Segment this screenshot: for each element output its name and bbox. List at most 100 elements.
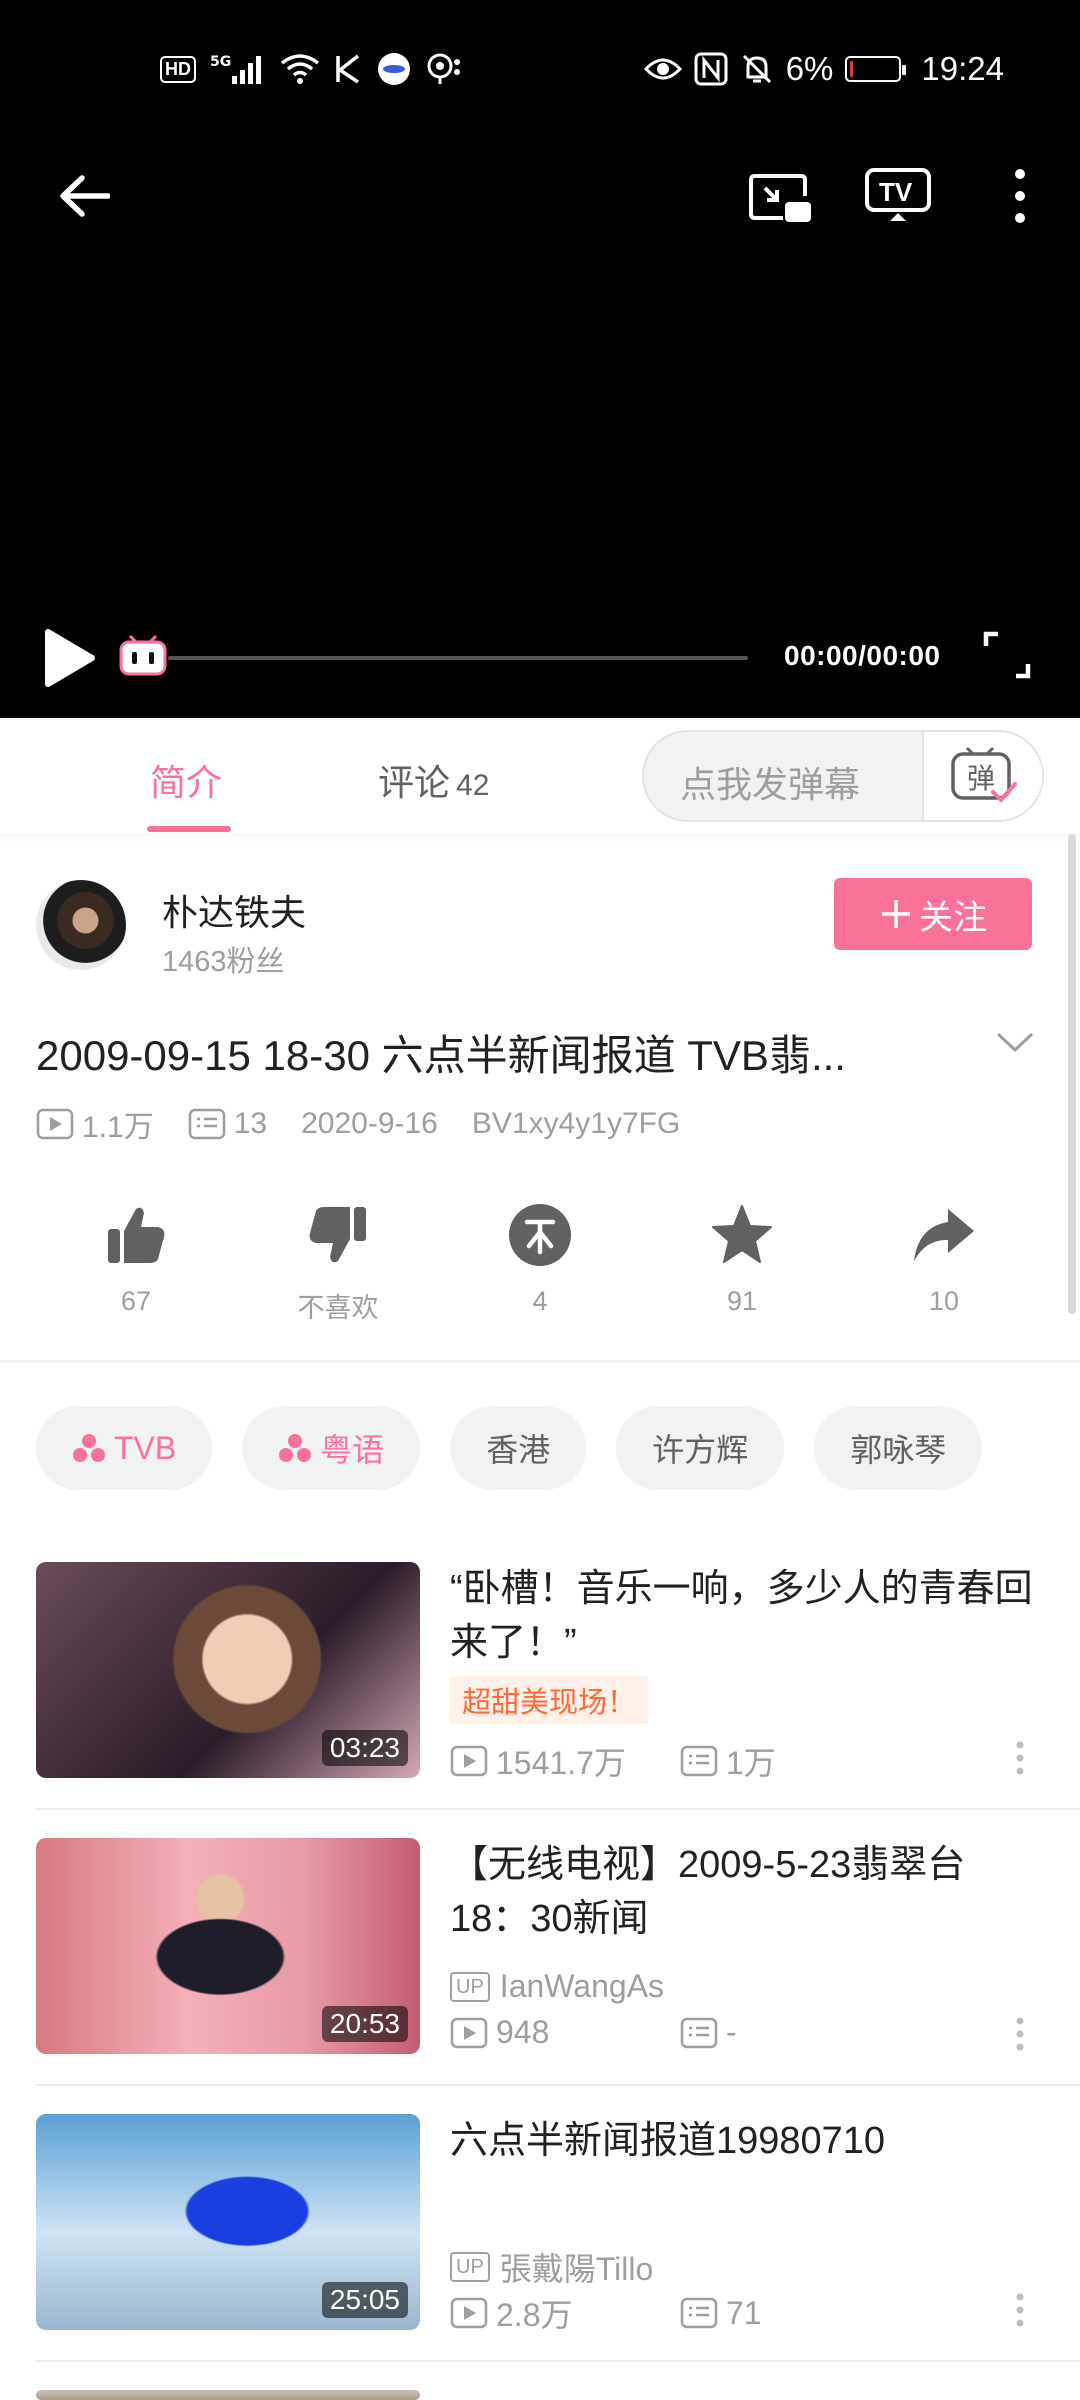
tab-bar: 简介 评论 42 点我发弹幕 弹 (0, 718, 1080, 834)
wifi-icon (280, 53, 320, 85)
related-video-title[interactable]: “卧槽！音乐一响，多少人的青春回来了！” (450, 1562, 1040, 1670)
related-video-item[interactable]: 20:53 【无线电视】2009-5-23翡翠台18：30新闻 UP IanWa… (0, 1838, 1080, 2114)
follow-label: 关注 (919, 898, 987, 937)
danmaku-toggle-button[interactable] (118, 634, 168, 678)
author-fans-count: 1463粉丝 (162, 946, 285, 978)
thumbs-up-icon (108, 1207, 165, 1263)
battery-level (850, 61, 854, 77)
related-video-stats: 948 - (450, 2014, 737, 2051)
video-thumbnail[interactable]: 20:53 (36, 1838, 420, 2054)
related-uploader[interactable]: UP IanWangAs (450, 1968, 664, 2005)
play-icon (45, 629, 95, 687)
related-video-stats: 1541.7万 1万 (450, 1738, 776, 1784)
tag-label: 香港 (486, 1432, 551, 1468)
svg-text:5G: 5G (210, 54, 231, 70)
more-options-button[interactable] (1000, 165, 1040, 227)
related-danmaku-count: 1万 (680, 1738, 776, 1784)
screen-cast-button[interactable] (745, 168, 815, 228)
back-button[interactable] (48, 160, 120, 232)
related-video-title[interactable]: 【无线电视】2009-5-23翡翠台18：30新闻 (450, 1838, 1040, 1946)
video-duration: 25:05 (321, 2282, 408, 2318)
fullscreen-button[interactable] (982, 630, 1032, 680)
video-thumbnail[interactable] (36, 2390, 420, 2400)
video-thumbnail[interactable]: 03:23 (36, 1562, 420, 1778)
share-icon (914, 1209, 974, 1261)
danmaku-icon: 弹 (951, 746, 1017, 803)
tab-comments-label: 评论 (378, 762, 451, 803)
bv-id: BV1xy4y1y7FG (471, 1107, 681, 1140)
play-count-icon (450, 1745, 488, 1777)
play-count-icon (450, 2297, 488, 2329)
expand-description-button[interactable] (992, 1028, 1038, 1068)
list-divider (36, 2084, 1080, 2086)
player-controls: 00:00/00:00 (0, 620, 1080, 700)
follow-button[interactable]: 关注 (834, 878, 1032, 950)
tag-person-2[interactable]: 郭咏琴 (814, 1406, 983, 1490)
tv-cast-button[interactable]: TV (862, 165, 934, 225)
like-button[interactable]: 67 (66, 1200, 206, 1317)
tab-comments[interactable]: 评论 42 (378, 754, 489, 806)
author-section: 朴达铁夫 1463粉丝 关注 (0, 860, 1080, 980)
related-view-count: 1541.7万 (450, 1738, 680, 1784)
promo-badge: 超甜美现场！ (450, 1676, 649, 1724)
tag-label: TVB (114, 1429, 177, 1466)
related-video-title[interactable]: 六点半新闻报道19980710 (450, 2114, 1040, 2168)
related-more-button[interactable] (1008, 2014, 1032, 2054)
video-player[interactable]: HD 5G 6% 19:24 TV 00:00/00:00 (0, 0, 1080, 718)
fullscreen-icon (983, 631, 1031, 679)
bell-muted-icon (740, 52, 774, 86)
related-more-button[interactable] (1008, 2290, 1032, 2330)
related-video-item[interactable]: 25:05 六点半新闻报道19980710 UP 張戴陽Tillo 2.8万 7… (0, 2114, 1080, 2390)
danmaku-send-box[interactable]: 点我发弹幕 弹 (642, 730, 1044, 822)
related-view-count: 948 (450, 2014, 680, 2051)
channel-icon (73, 1434, 105, 1462)
related-more-button[interactable] (1008, 1738, 1032, 1778)
video-thumbnail[interactable]: 25:05 (36, 2114, 420, 2330)
danmaku-input-placeholder: 点我发弹幕 (680, 764, 861, 805)
tag-label: 许方辉 (652, 1432, 749, 1468)
danmaku-count-icon (680, 2297, 718, 2329)
related-danmaku-count-value: 1万 (726, 1745, 776, 1781)
danmaku-tv-icon (119, 634, 167, 676)
danmaku-count-value: 13 (233, 1107, 268, 1140)
tag-tvb[interactable]: TVB (36, 1406, 213, 1490)
video-duration: 20:53 (321, 2006, 408, 2042)
tag-list: TVB 粤语 香港 许方辉 郭咏琴 (36, 1406, 983, 1490)
favorite-button[interactable]: 91 (672, 1200, 812, 1317)
avatar[interactable] (36, 880, 126, 970)
related-view-count-value: 948 (496, 2014, 550, 2050)
action-bar: 67 不喜欢 4 91 10 (0, 1200, 1080, 1330)
tag-hongkong[interactable]: 香港 (450, 1406, 587, 1490)
related-view-count: 2.8万 (450, 2290, 680, 2336)
tag-label: 粤语 (320, 1432, 385, 1468)
share-button[interactable]: 10 (874, 1200, 1014, 1317)
related-video-stats: 2.8万 71 (450, 2290, 762, 2336)
dislike-button[interactable]: 不喜欢 (268, 1200, 408, 1325)
hotspot-icon (426, 52, 462, 86)
related-video-item[interactable]: 03:23 “卧槽！音乐一响，多少人的青春回来了！” 超甜美现场！ 1541.7… (0, 1562, 1080, 1838)
channel-icon (279, 1434, 312, 1462)
seek-bar[interactable] (168, 656, 748, 660)
tag-person-1[interactable]: 许方辉 (616, 1406, 785, 1490)
related-view-count-value: 1541.7万 (496, 1745, 626, 1781)
play-button[interactable] (40, 626, 100, 690)
tag-cantonese[interactable]: 粤语 (242, 1406, 421, 1490)
author-name[interactable]: 朴达铁夫 (162, 884, 306, 936)
related-uploader[interactable]: UP 張戴陽Tillo (450, 2244, 653, 2290)
status-left-icons: HD 5G (160, 44, 462, 94)
up-icon: UP (450, 2252, 490, 2282)
video-title[interactable]: 2009-09-15 18-30 六点半新闻报道 TVB翡... (36, 1022, 956, 1083)
danmaku-settings-button[interactable]: 弹 (922, 732, 1042, 820)
like-count: 67 (120, 1286, 152, 1316)
battery-percent: 6% (785, 50, 834, 87)
more-vertical-icon (1016, 2293, 1024, 2327)
svg-text:TV: TV (879, 177, 913, 207)
more-vertical-icon (1016, 1741, 1024, 1775)
related-video-item[interactable] (0, 2390, 1080, 2400)
coin-button[interactable]: 4 (470, 1200, 610, 1317)
list-divider (36, 1808, 1080, 1810)
related-uploader-name: 張戴陽Tillo (499, 2251, 654, 2287)
tab-intro[interactable]: 简介 (150, 754, 222, 806)
play-count-icon (450, 2017, 488, 2048)
active-tab-indicator (147, 826, 231, 832)
